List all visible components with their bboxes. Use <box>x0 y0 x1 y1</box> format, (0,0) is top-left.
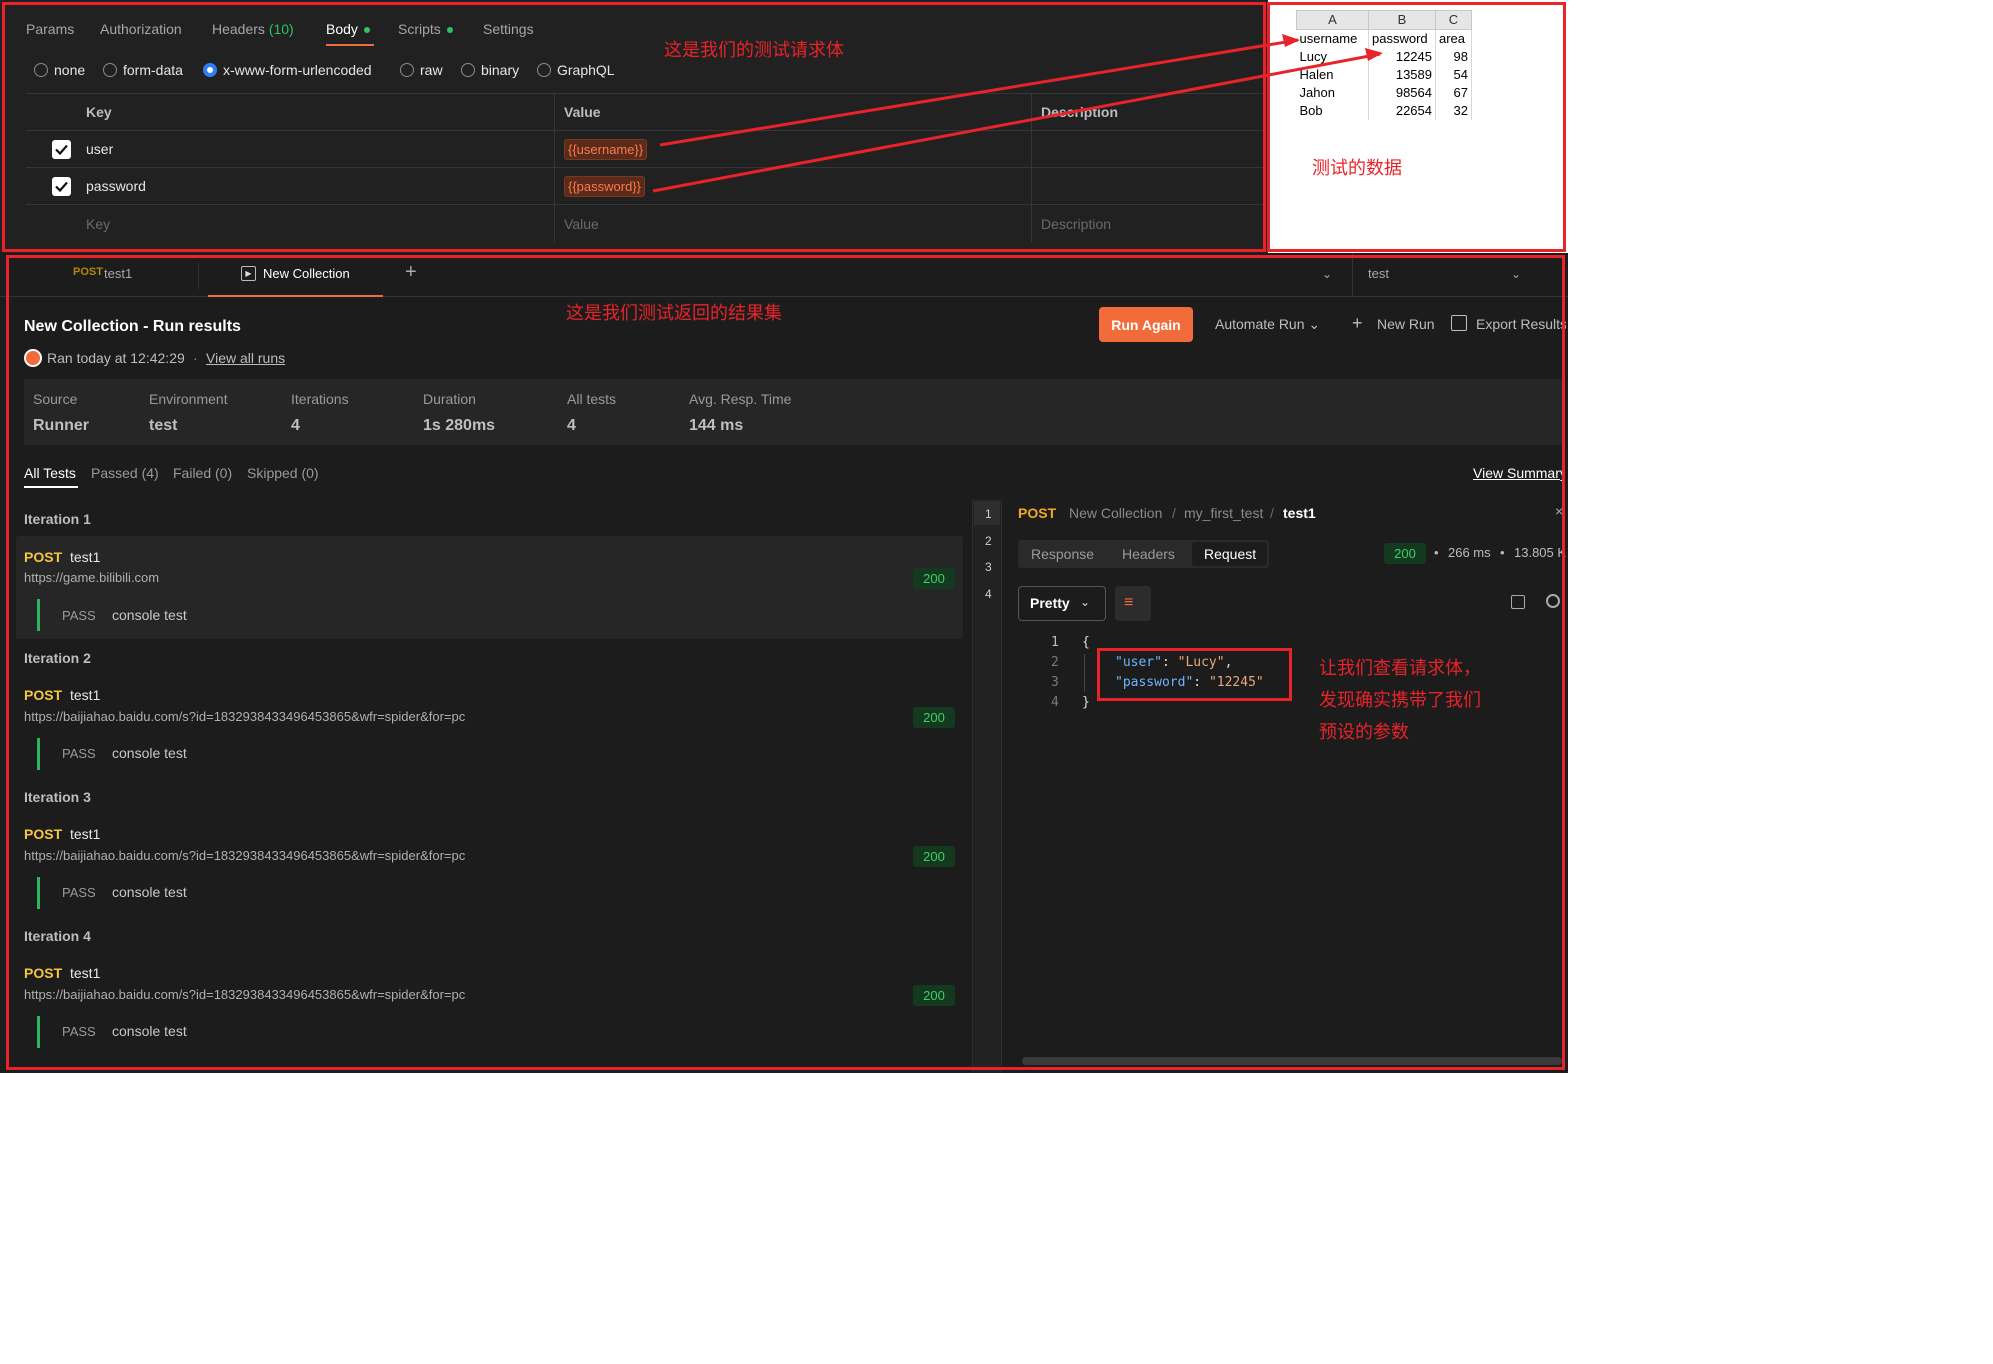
arrow-password <box>652 52 1381 193</box>
arrow-head <box>1365 48 1383 61</box>
arrow-head <box>1282 34 1300 47</box>
annotation-arrows <box>652 34 1383 193</box>
